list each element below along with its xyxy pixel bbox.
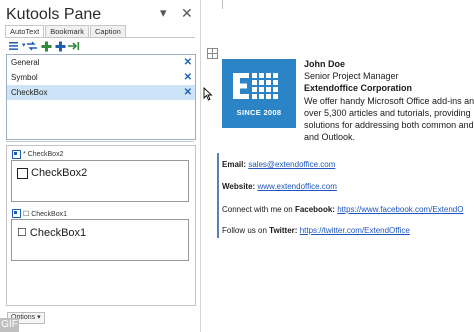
email-line: Email: sales@extendoffice.com <box>222 160 335 170</box>
plus-icon[interactable] <box>54 40 67 52</box>
pane-tabs: AutoText Bookmark Caption <box>5 25 127 37</box>
pane-title: Kutools Pane <box>6 6 102 23</box>
logo-mark-icon <box>233 73 278 99</box>
autotext-entry-icon <box>12 150 21 159</box>
signature-name: John Doe <box>304 59 346 69</box>
delete-category-icon[interactable]: ✕ <box>184 55 192 70</box>
logo-caption: SINCE 2008 <box>236 108 282 117</box>
entry-header-label: * CheckBox2 <box>23 151 64 158</box>
tab-caption[interactable]: Caption <box>89 25 126 37</box>
entry-preview-box[interactable]: ☐ CheckBox1 <box>11 219 189 261</box>
facebook-link[interactable]: https://www.facebook.com/ExtendO <box>337 205 463 214</box>
mouse-cursor-icon <box>203 86 213 106</box>
back-forward-icon[interactable] <box>26 40 39 52</box>
facebook-line: Connect with me on Facebook: https://www… <box>222 205 463 215</box>
email-label: Email: <box>222 160 247 169</box>
twitter-link[interactable]: https://twitter.com/ExtendOffice <box>300 226 410 235</box>
kutools-pane: Kutools Pane ▾ ✕ AutoText Bookmark Capti… <box>0 0 201 332</box>
entry-preview-panel: * CheckBox2 CheckBox2 ☐ CheckBox1 ☐ Chec… <box>6 145 196 306</box>
signature-description-line: and Outlook. <box>304 132 356 142</box>
entry-header[interactable]: ☐ CheckBox1 <box>12 209 67 218</box>
category-label: Symbol <box>11 73 38 82</box>
website-line: Website: www.extendoffice.com <box>222 182 337 192</box>
delete-category-icon[interactable]: ✕ <box>184 70 192 85</box>
entry-preview-content: ☐ CheckBox1 <box>17 226 86 239</box>
category-label: CheckBox <box>11 88 48 97</box>
category-label: General <box>11 58 40 67</box>
signature-description-line: over 5,300 articles and tutorials, provi… <box>304 108 471 118</box>
signature-job-title: Senior Project Manager <box>304 71 399 81</box>
pane-options-dropdown-icon[interactable]: ▾ <box>160 5 167 21</box>
checkbox-icon <box>17 167 28 179</box>
tab-bookmark[interactable]: Bookmark <box>45 25 89 37</box>
signature-description-line: solutions for addressing both common and <box>304 120 474 130</box>
tab-divider <box>5 37 195 38</box>
entry-header[interactable]: * CheckBox2 <box>12 150 63 159</box>
signature-description-line: We offer handy Microsoft Office add-ins … <box>304 96 474 106</box>
twitter-prefix: Follow us on <box>222 226 267 235</box>
website-link[interactable]: www.extendoffice.com <box>257 182 336 191</box>
facebook-prefix: Connect with me on <box>222 205 293 214</box>
pane-toolbar: ▾ <box>8 40 82 52</box>
entry-preview-content: CheckBox2 <box>17 167 87 179</box>
table-move-handle-icon[interactable] <box>207 48 218 59</box>
twitter-line: Follow us on Twitter: https://twitter.co… <box>222 226 410 236</box>
email-link[interactable]: sales@extendoffice.com <box>248 160 335 169</box>
insert-icon[interactable] <box>68 40 81 52</box>
category-list: General ✕ Symbol ✕ CheckBox ✕ <box>6 54 196 140</box>
category-symbol[interactable]: Symbol ✕ <box>7 70 195 85</box>
list-menu-icon[interactable] <box>8 40 21 52</box>
facebook-label: Facebook: <box>294 205 335 214</box>
tab-autotext[interactable]: AutoText <box>5 25 45 37</box>
signature-company: Extendoffice Corporation <box>304 83 413 93</box>
twitter-label: Twitter: <box>269 226 298 235</box>
contact-accent-bar <box>217 153 219 238</box>
delete-category-icon[interactable]: ✕ <box>184 85 192 100</box>
category-general[interactable]: General ✕ <box>7 55 195 70</box>
company-logo: SINCE 2008 <box>222 59 296 128</box>
gif-watermark: GIF <box>0 318 19 332</box>
website-label: Website: <box>222 182 256 191</box>
entry-preview-text: CheckBox2 <box>31 167 88 179</box>
pane-close-icon[interactable]: ✕ <box>181 5 193 22</box>
document-margin-line <box>222 0 223 9</box>
entry-header-label: ☐ CheckBox1 <box>23 210 68 218</box>
category-checkbox[interactable]: CheckBox ✕ <box>7 85 195 100</box>
entry-preview-box[interactable]: CheckBox2 <box>11 160 189 202</box>
entry-preview-text: ☐ CheckBox1 <box>17 227 87 239</box>
add-icon[interactable] <box>40 40 53 52</box>
autotext-entry-icon <box>12 209 21 218</box>
list-separator <box>6 141 194 142</box>
